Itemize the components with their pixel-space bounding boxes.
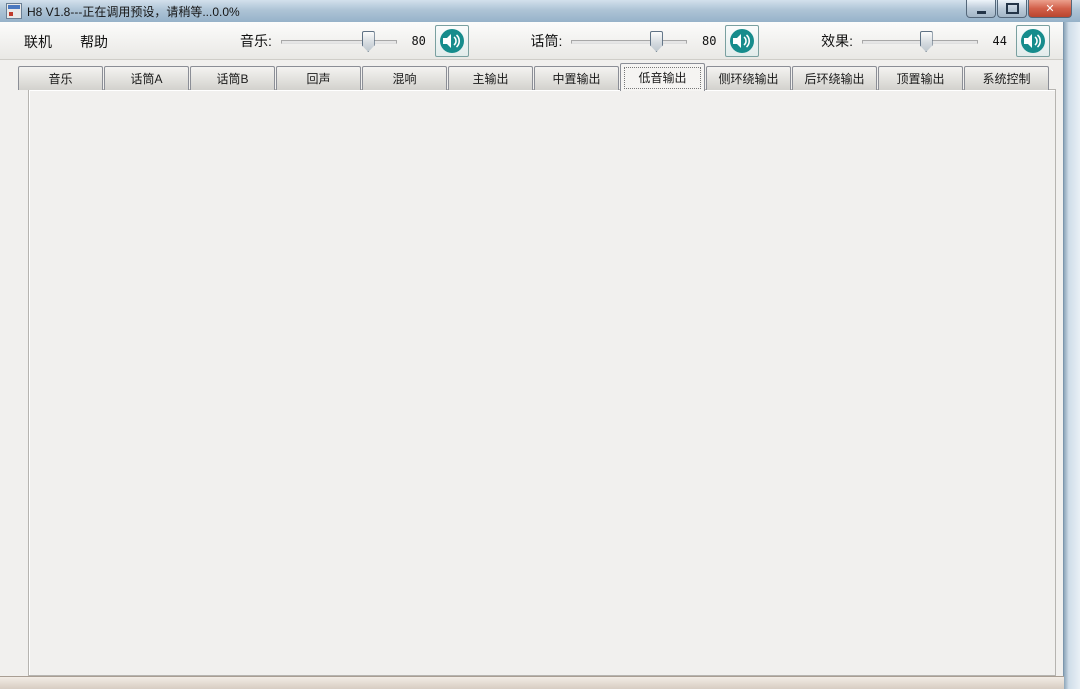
tab[interactable]: 顶置输出 (878, 66, 963, 90)
slider-track[interactable] (281, 40, 397, 44)
master-volume-group: 效果: 44 (821, 25, 1050, 57)
toolbar: 联机帮助 音乐: 80 (0, 22, 1064, 60)
slider-track[interactable] (571, 40, 687, 44)
master-volume-bar: 音乐: 80 (240, 24, 1050, 58)
tab[interactable]: 低音输出 (620, 63, 705, 91)
minimize-icon (977, 11, 986, 14)
tab[interactable]: 系统控制 (964, 66, 1049, 90)
speaker-icon (439, 28, 465, 54)
slider-thumb[interactable] (362, 31, 375, 52)
master-volume-group: 音乐: 80 (240, 25, 469, 57)
maximize-button[interactable] (997, 0, 1027, 18)
tab[interactable]: 话筒B (190, 66, 275, 90)
tab[interactable]: 话筒A (104, 66, 189, 90)
speaker-mute-button[interactable] (435, 25, 469, 57)
tab[interactable]: 主输出 (448, 66, 533, 90)
menu-item[interactable]: 帮助 (66, 29, 122, 55)
maximize-icon (1006, 3, 1019, 14)
tab[interactable]: 音乐 (18, 66, 103, 90)
window-bottom-frame (0, 676, 1064, 689)
menubar: 联机帮助 (10, 29, 122, 55)
tab[interactable]: 回声 (276, 66, 361, 90)
volume-value: 80 (696, 34, 716, 48)
titlebar[interactable]: H8 V1.8---正在调用预设，请稍等...0.0% ✕ (0, 0, 1080, 23)
master-volume-group: 话筒: 80 (531, 25, 760, 57)
volume-label: 音乐: (240, 31, 272, 51)
volume-slider[interactable] (571, 30, 687, 52)
tab[interactable]: 后环绕输出 (792, 66, 877, 90)
app-icon (6, 3, 22, 19)
volume-label: 话筒: (531, 31, 563, 51)
slider-thumb[interactable] (650, 31, 663, 52)
volume-value: 80 (406, 34, 426, 48)
main-panel (28, 89, 1056, 676)
close-icon: ✕ (1045, 2, 1054, 15)
tabbar: 音乐话筒A话筒B回声混响主输出中置输出低音输出侧环绕输出后环绕输出顶置输出系统控… (18, 63, 1050, 89)
speaker-mute-button[interactable] (725, 25, 759, 57)
volume-value: 44 (987, 34, 1007, 48)
volume-label: 效果: (821, 31, 853, 51)
tab[interactable]: 侧环绕输出 (706, 66, 791, 90)
app-window: H8 V1.8---正在调用预设，请稍等...0.0% ✕ 联机帮助 音乐: 8… (0, 0, 1080, 689)
tab[interactable]: 混响 (362, 66, 447, 90)
volume-slider[interactable] (862, 30, 978, 52)
window-right-frame (1063, 22, 1080, 689)
speaker-mute-button[interactable] (1016, 25, 1050, 57)
slider-thumb[interactable] (920, 31, 933, 52)
minimize-button[interactable] (966, 0, 996, 18)
speaker-icon (729, 28, 755, 54)
volume-slider[interactable] (281, 30, 397, 52)
speaker-icon (1020, 28, 1046, 54)
close-button[interactable]: ✕ (1028, 0, 1072, 18)
tab[interactable]: 中置输出 (534, 66, 619, 90)
menu-item[interactable]: 联机 (10, 29, 66, 55)
window-title: H8 V1.8---正在调用预设，请稍等...0.0% (27, 3, 240, 20)
